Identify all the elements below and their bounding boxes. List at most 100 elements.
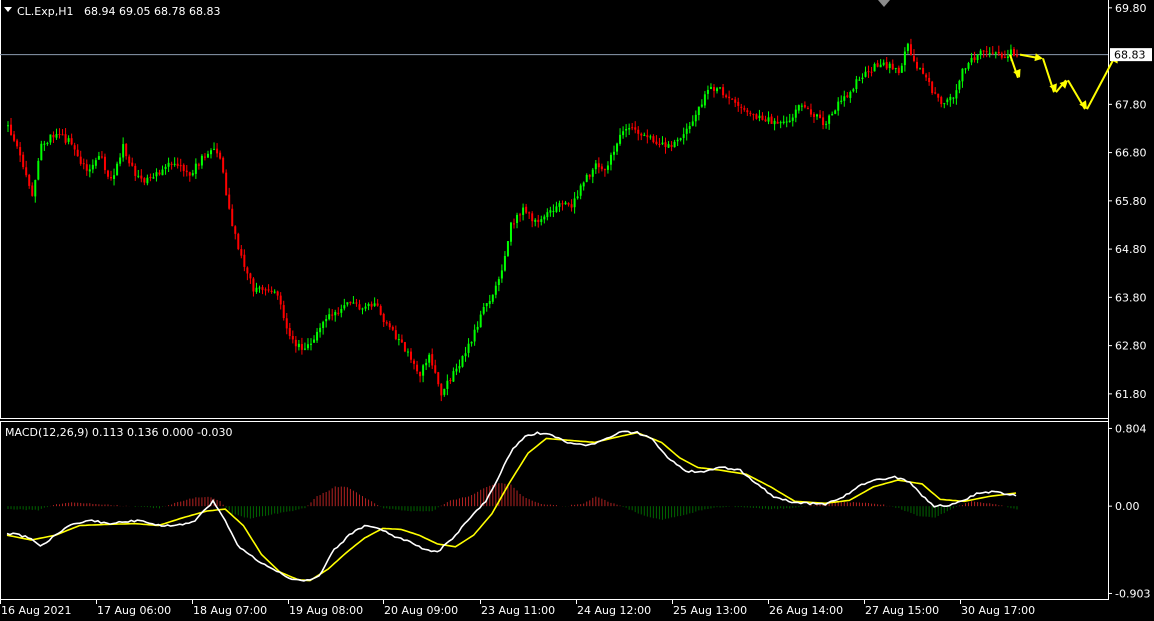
candle-body (373, 303, 376, 306)
candle-body (103, 156, 106, 171)
candle-body (500, 270, 503, 279)
candle-body (285, 318, 288, 329)
candle-body (522, 207, 525, 215)
candle-body (985, 51, 988, 53)
candle-body (128, 156, 131, 164)
candle-body (616, 143, 619, 152)
candle-body (1003, 56, 1006, 58)
candle-body (885, 61, 888, 69)
candle-body (637, 129, 640, 134)
candle-body (300, 344, 303, 350)
candle-body (597, 163, 600, 168)
symbol-label: CL.Exp,H1 (17, 5, 74, 18)
candle-body (425, 362, 428, 366)
candle-body (258, 287, 261, 289)
candle-body (43, 143, 46, 145)
candle-body (322, 321, 325, 328)
candle-body (349, 301, 352, 304)
candle-body (1012, 49, 1015, 56)
candle-body (337, 312, 340, 314)
candle-body (834, 110, 837, 114)
candle-body (722, 87, 725, 96)
candle-body (355, 302, 358, 304)
candle-body (155, 172, 158, 177)
candle-body (840, 100, 843, 102)
candle-body (667, 144, 670, 148)
candle-body (188, 172, 191, 176)
price-tick-label: 69.80 (1115, 2, 1147, 15)
candle-body (682, 134, 685, 138)
candle-body (119, 157, 122, 164)
candle-body (785, 121, 788, 123)
candle-body (788, 120, 791, 122)
candle-body (755, 114, 758, 119)
candle-body (110, 177, 113, 179)
candle-body (770, 116, 773, 124)
candle-body (870, 71, 873, 73)
candle-body (931, 81, 934, 94)
time-tick-label: 19 Aug 08:00 (289, 604, 363, 617)
candle-body (325, 319, 328, 322)
candle-body (158, 172, 161, 175)
candle-body (700, 104, 703, 107)
candle-body (852, 89, 855, 92)
candle-body (719, 87, 722, 89)
price-tick-label: 67.80 (1115, 98, 1147, 111)
price-tick-label: 66.80 (1115, 147, 1147, 160)
candle-body (367, 303, 370, 307)
candle-body (340, 308, 343, 313)
candle-body (773, 120, 776, 125)
time-tick-label: 26 Aug 14:00 (769, 604, 843, 617)
candle-body (794, 109, 797, 118)
candle-body (303, 348, 306, 350)
candle-body (619, 134, 622, 144)
candle-body (643, 134, 646, 136)
candle-body (416, 364, 419, 372)
candle-body (216, 148, 219, 154)
price-tick-label: 65.80 (1115, 195, 1147, 208)
candle-body (973, 57, 976, 61)
candle-body (106, 170, 109, 177)
candle-body (531, 213, 534, 222)
candle-body (528, 212, 531, 214)
candle-body (482, 306, 485, 314)
candle-body (467, 343, 470, 353)
candle-body (582, 182, 585, 187)
candle-body (246, 267, 249, 274)
candle-body (116, 163, 119, 176)
candle-body (19, 147, 22, 156)
candle-body (928, 77, 931, 83)
candle-body (282, 305, 285, 319)
candle-body (628, 128, 631, 130)
candle-body (506, 241, 509, 256)
candle-body (828, 115, 831, 124)
candle-body (70, 138, 73, 145)
candle-body (497, 279, 500, 285)
candle-body (622, 131, 625, 136)
candle-body (203, 156, 206, 158)
candle-body (712, 87, 715, 91)
candle-body (394, 330, 397, 340)
candle-body (219, 152, 222, 159)
candle-body (922, 67, 925, 74)
candle-body (249, 273, 252, 279)
candle-body (143, 178, 146, 183)
candle-body (100, 156, 103, 158)
macd-header: MACD(12,26,9) 0.113 0.136 0.000 -0.030 (5, 426, 232, 439)
candle-body (673, 141, 676, 148)
candle-body (406, 351, 409, 353)
candle-body (334, 312, 337, 316)
candle-body (291, 335, 294, 340)
candle-body (222, 157, 225, 173)
candle-body (1006, 56, 1009, 59)
candle-body (16, 140, 19, 147)
candle-body (152, 177, 155, 179)
price-tick-label: 62.80 (1115, 340, 1147, 353)
candle-body (440, 383, 443, 396)
candle-body (503, 256, 506, 271)
candle-body (570, 204, 573, 208)
price-tick-label: 64.80 (1115, 243, 1147, 256)
candle-body (385, 322, 388, 324)
candle-body (634, 127, 637, 130)
candle-body (919, 68, 922, 70)
